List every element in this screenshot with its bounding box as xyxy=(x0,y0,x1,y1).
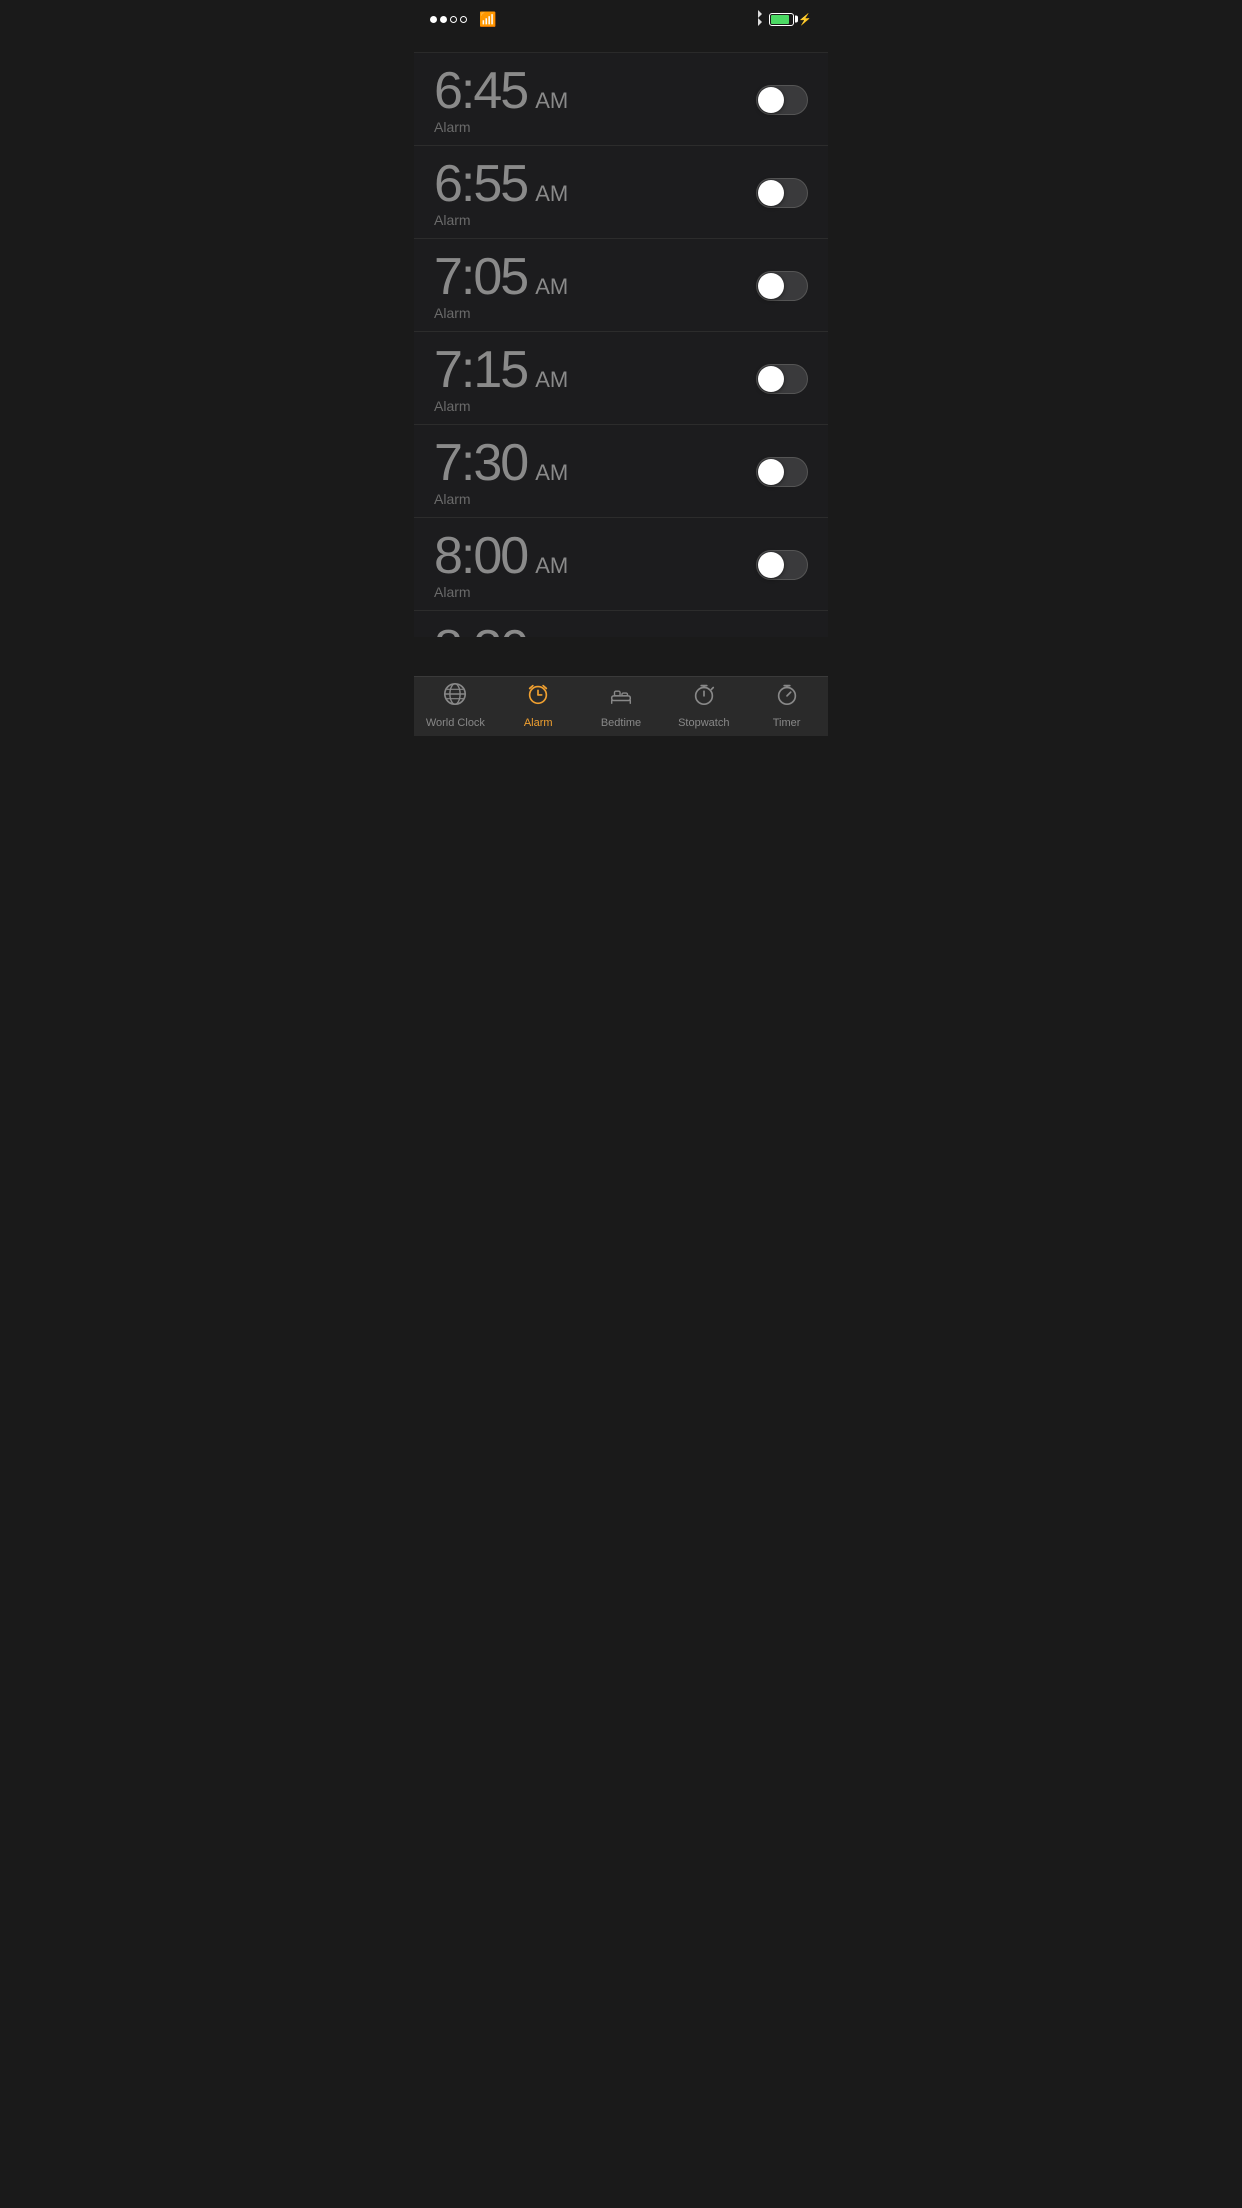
alarm-toggle[interactable] xyxy=(756,364,808,394)
alarm-item[interactable]: 6:45 AM Alarm xyxy=(414,53,828,146)
signal-indicator xyxy=(430,16,467,23)
alarm-ampm: AM xyxy=(535,553,568,579)
alarm-time-block: 7:30 AM Alarm xyxy=(434,437,568,507)
alarm-time-row: 8:00 AM xyxy=(434,530,568,582)
toggle-knob xyxy=(758,87,784,113)
alarm-time: 7:15 xyxy=(434,344,527,396)
alarm-time: 8:00 xyxy=(434,530,527,582)
alarm-time: 6:55 xyxy=(434,158,527,210)
toggle-knob xyxy=(758,273,784,299)
status-left: 📶 xyxy=(430,11,496,28)
battery-fill xyxy=(771,15,789,24)
alarm-toggle[interactable] xyxy=(756,85,808,115)
alarm-ampm: AM xyxy=(535,88,568,114)
alarm-time: 8:30 xyxy=(434,623,527,637)
alarm-ampm: AM xyxy=(535,274,568,300)
alarm-label: Alarm xyxy=(434,398,568,414)
toggle-knob xyxy=(758,552,784,578)
wifi-icon: 📶 xyxy=(479,11,496,28)
alarm-time-block: 8:00 AM Alarm xyxy=(434,530,568,600)
alarm-time-row: 6:45 AM xyxy=(434,65,568,117)
nav-bar xyxy=(414,36,828,53)
alarm-label: Alarm xyxy=(434,491,568,507)
bedtime-label: Bedtime xyxy=(601,717,641,729)
alarm-item[interactable]: 7:05 AM Alarm xyxy=(414,239,828,332)
alarm-ampm: AM xyxy=(535,460,568,486)
bedtime-icon xyxy=(608,681,634,714)
world-clock-label: World Clock xyxy=(426,717,485,729)
alarm-time: 7:30 xyxy=(434,437,527,489)
alarm-time-row: 6:55 AM xyxy=(434,158,568,210)
alarm-label: Alarm xyxy=(434,212,568,228)
alarm-ampm: AM xyxy=(535,367,568,393)
alarm-time-block: 8:30 AM Alarm xyxy=(434,623,568,637)
alarm-time-block: 7:15 AM Alarm xyxy=(434,344,568,414)
alarm-item[interactable]: 8:00 AM Alarm xyxy=(414,518,828,611)
signal-dot-4 xyxy=(460,16,467,23)
timer-label: Timer xyxy=(773,717,801,729)
battery-charging-icon: ⚡ xyxy=(798,13,812,26)
status-bar: 📶 ⚡ xyxy=(414,0,828,36)
alarm-label: Alarm xyxy=(434,584,568,600)
alarm-time-block: 6:55 AM Alarm xyxy=(434,158,568,228)
alarm-label: Alarm xyxy=(434,305,568,321)
alarm-item[interactable]: 6:55 AM Alarm xyxy=(414,146,828,239)
alarm-label: Alarm xyxy=(524,717,553,729)
tab-bar: World Clock Alarm Bedtime xyxy=(414,676,828,736)
toggle-knob xyxy=(758,459,784,485)
toggle-knob xyxy=(758,180,784,206)
alarm-item[interactable]: 7:15 AM Alarm xyxy=(414,332,828,425)
signal-dot-1 xyxy=(430,16,437,23)
alarm-label: Alarm xyxy=(434,119,568,135)
alarm-time-row: 7:30 AM xyxy=(434,437,568,489)
battery-indicator: ⚡ xyxy=(769,13,812,26)
tab-bedtime[interactable]: Bedtime xyxy=(580,681,663,729)
alarm-item[interactable]: 7:30 AM Alarm xyxy=(414,425,828,518)
tab-world-clock[interactable]: World Clock xyxy=(414,681,497,729)
stopwatch-label: Stopwatch xyxy=(678,717,729,729)
alarm-time-row: 7:15 AM xyxy=(434,344,568,396)
signal-dot-3 xyxy=(450,16,457,23)
alarm-time-block: 6:45 AM Alarm xyxy=(434,65,568,135)
alarm-item[interactable]: 8:30 AM Alarm xyxy=(414,611,828,637)
alarm-time-row: 7:05 AM xyxy=(434,251,568,303)
alarm-toggle[interactable] xyxy=(756,271,808,301)
timer-icon xyxy=(774,681,800,714)
battery-body xyxy=(769,13,794,26)
stopwatch-icon xyxy=(691,681,717,714)
alarm-list: 6:45 AM Alarm 6:55 AM Alarm xyxy=(414,53,828,637)
alarm-time-row: 8:30 AM xyxy=(434,623,568,637)
world-clock-icon xyxy=(442,681,468,714)
tab-stopwatch[interactable]: Stopwatch xyxy=(662,681,745,729)
alarm-time: 7:05 xyxy=(434,251,527,303)
alarm-toggle[interactable] xyxy=(756,550,808,580)
toggle-knob xyxy=(758,366,784,392)
alarm-ampm: AM xyxy=(535,181,568,207)
alarm-time: 6:45 xyxy=(434,65,527,117)
alarm-toggle[interactable] xyxy=(756,178,808,208)
tab-timer[interactable]: Timer xyxy=(745,681,828,729)
alarm-time-block: 7:05 AM Alarm xyxy=(434,251,568,321)
alarm-icon xyxy=(525,681,551,714)
tab-alarm[interactable]: Alarm xyxy=(497,681,580,729)
signal-dot-2 xyxy=(440,16,447,23)
bluetooth-icon xyxy=(752,10,764,29)
alarm-toggle[interactable] xyxy=(756,457,808,487)
status-right: ⚡ xyxy=(752,10,812,29)
